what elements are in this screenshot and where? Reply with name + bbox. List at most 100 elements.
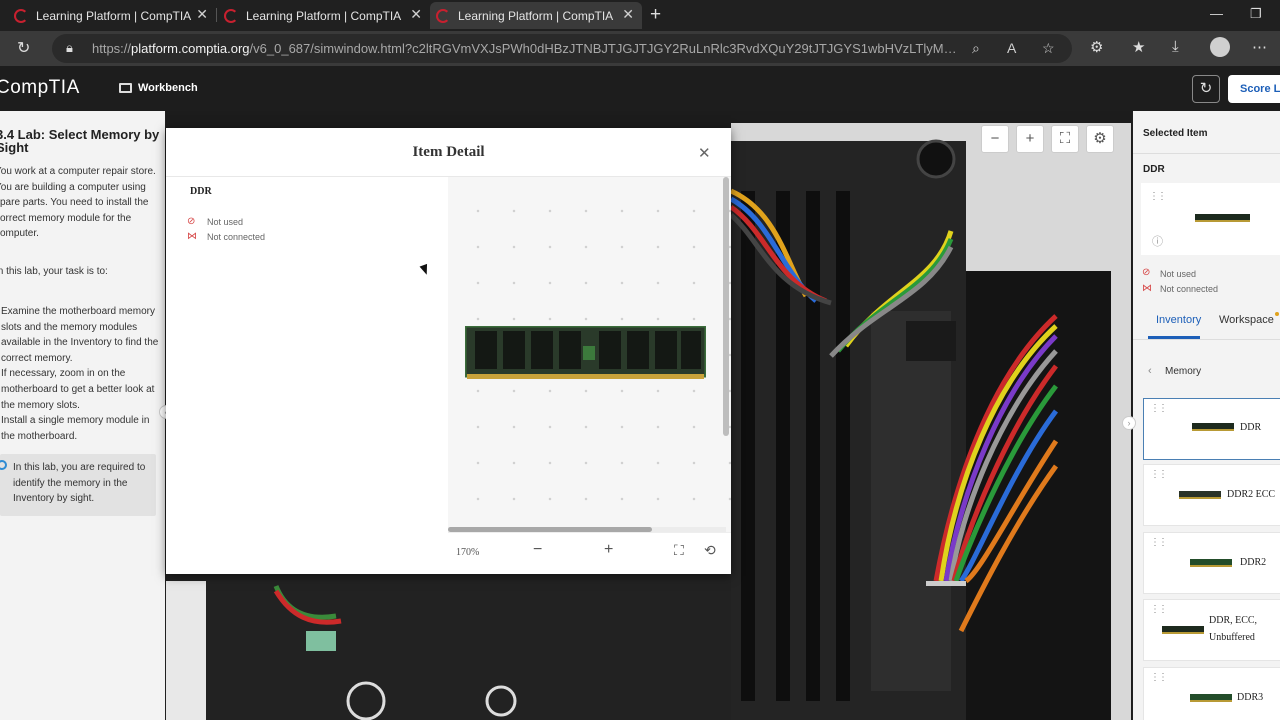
- inventory-item-ddr2-ecc[interactable]: ⋮⋮ DDR2 ECC: [1143, 464, 1280, 526]
- browser-tab-2[interactable]: Learning Platform | CompTIA ✕: [218, 2, 430, 29]
- tip-text: In this lab, you are required to identif…: [13, 462, 146, 505]
- drag-handle-icon[interactable]: ⋮⋮: [1150, 672, 1168, 683]
- tab-close-icon[interactable]: ✕: [622, 6, 634, 23]
- zoom-out-button[interactable]: −: [981, 125, 1009, 153]
- browser-tab-bar: Learning Platform | CompTIA ✕ Learning P…: [0, 0, 1280, 31]
- drag-handle-icon[interactable]: ⋮⋮: [1149, 191, 1167, 202]
- extensions-icon[interactable]: ⚙: [1090, 38, 1103, 56]
- address-bar[interactable]: 🔒︎ https://platform.comptia.org/v6_0_687…: [52, 34, 1072, 63]
- info-icon[interactable]: ⓘ: [1152, 233, 1163, 249]
- divider: [1133, 153, 1280, 154]
- inventory-item-ddr3[interactable]: ⋮⋮ DDR3: [1143, 667, 1280, 720]
- fullscreen-button[interactable]: ⛶: [1051, 125, 1079, 153]
- viewer-fit-icon[interactable]: ⛶: [674, 542, 684, 559]
- browser-tab-3-active[interactable]: Learning Platform | CompTIA ✕: [430, 2, 642, 29]
- inventory-category[interactable]: Memory: [1165, 366, 1201, 377]
- viewer-rotate-icon[interactable]: ⟲: [704, 542, 716, 559]
- not-connected-icon: ⋈: [187, 231, 197, 242]
- score-lab-button[interactable]: Score Lab: [1228, 75, 1280, 103]
- drag-handle-icon[interactable]: ⋮⋮: [1150, 604, 1168, 615]
- workbench-tab[interactable]: Workbench: [138, 82, 198, 94]
- maximize-icon[interactable]: ❐: [1250, 6, 1262, 22]
- memory-module-icon: [1195, 214, 1250, 222]
- tab-title: Learning Platform | CompTIA: [36, 8, 192, 23]
- drag-handle-icon[interactable]: ⋮⋮: [1150, 469, 1168, 480]
- lock-icon[interactable]: 🔒︎: [66, 40, 73, 56]
- tab-title: Learning Platform | CompTIA: [246, 8, 402, 23]
- item-name: DDR: [190, 186, 212, 197]
- reload-icon[interactable]: ↻: [17, 38, 30, 58]
- item-detail-modal: Item Detail ✕ DDR ⊘ Not used ⋈ Not conne…: [166, 128, 731, 574]
- not-connected-icon: ⋈: [1142, 283, 1152, 294]
- zoom-in-button[interactable]: +: [1016, 125, 1044, 153]
- tab-workspace[interactable]: Workspace: [1219, 314, 1274, 326]
- inventory-item-ddr-ecc-unbuffered[interactable]: ⋮⋮ DDR, ECC, Unbuffered: [1143, 599, 1280, 661]
- status-not-used: Not used: [1160, 269, 1197, 279]
- selected-item-card[interactable]: ⋮⋮ ⓘ: [1141, 183, 1280, 255]
- inventory-item-label: DDR2: [1240, 557, 1267, 568]
- back-chevron-icon[interactable]: ‹: [1148, 365, 1152, 377]
- memory-module-icon: [1179, 491, 1221, 499]
- tip-box: In this lab, you are required to identif…: [0, 454, 156, 516]
- vertical-scrollbar[interactable]: [723, 177, 729, 436]
- favorites-icon[interactable]: ★: [1132, 38, 1145, 56]
- drag-handle-icon[interactable]: ⋮⋮: [1150, 403, 1168, 414]
- comptia-favicon-icon: [14, 8, 28, 23]
- workbench-icon: [119, 83, 132, 93]
- status-not-connected: Not connected: [207, 232, 266, 242]
- status-not-connected: Not connected: [1160, 284, 1219, 294]
- tab-inventory[interactable]: Inventory: [1156, 314, 1201, 326]
- comptia-favicon-icon: [436, 8, 450, 23]
- collapse-right-panel-icon[interactable]: ›: [1122, 416, 1136, 430]
- inventory-item-ddr2[interactable]: ⋮⋮ DDR2: [1143, 532, 1280, 594]
- read-aloud-icon[interactable]: A: [1007, 40, 1016, 56]
- viewer-zoom-out-icon[interactable]: −: [533, 541, 542, 559]
- lab-title: 3.4 Lab: Select Memory by Sight: [0, 127, 160, 155]
- new-tab-icon[interactable]: +: [650, 4, 661, 26]
- zoom-icon[interactable]: ⌕: [972, 40, 980, 57]
- lab-instructions-panel: 3.4 Lab: Select Memory by Sight You work…: [0, 111, 165, 720]
- tab-title: Learning Platform | CompTIA: [458, 8, 614, 23]
- browser-tab-1[interactable]: Learning Platform | CompTIA ✕: [0, 2, 216, 29]
- comptia-logo[interactable]: CompTIA: [0, 77, 80, 99]
- memory-module-icon: [1162, 626, 1204, 634]
- url-text[interactable]: https://platform.comptia.org/v6_0_687/si…: [92, 41, 962, 56]
- notification-dot: [1275, 312, 1279, 316]
- lightbulb-icon: [0, 460, 7, 470]
- task-step: Install a single memory module in the mo…: [1, 415, 150, 442]
- task-step: Examine the motherboard memory slots and…: [1, 306, 159, 364]
- status-not-used: Not used: [207, 217, 244, 227]
- inventory-item-label: DDR: [1240, 422, 1262, 433]
- divider: [1133, 339, 1280, 340]
- tab-close-icon[interactable]: ✕: [196, 6, 208, 23]
- minimize-icon[interactable]: —: [1210, 6, 1223, 21]
- close-icon[interactable]: ✕: [698, 144, 711, 162]
- tab-separator: [216, 8, 217, 22]
- ddr-memory-module-image: [465, 326, 706, 379]
- favorite-star-icon[interactable]: ☆: [1042, 40, 1055, 57]
- viewer-zoom-controls: 170% − + ⛶ ⟲: [448, 532, 731, 574]
- browser-toolbar: ↻ 🔒︎ https://platform.comptia.org/v6_0_6…: [0, 31, 1280, 66]
- reset-lab-button[interactable]: ↻: [1192, 75, 1220, 103]
- viewer-zoom-in-icon[interactable]: +: [604, 541, 613, 559]
- downloads-icon[interactable]: ⤓: [1172, 38, 1179, 55]
- app-header: CompTIA Workbench ↻ Score Lab: [0, 66, 1280, 111]
- memory-module-icon: [1190, 559, 1232, 567]
- not-used-icon: ⊘: [1142, 267, 1151, 278]
- task-steps: Examine the motherboard memory slots and…: [1, 304, 161, 444]
- profile-avatar[interactable]: [1210, 37, 1230, 57]
- lab-intro: You work at a computer repair store. You…: [0, 166, 156, 240]
- more-menu-icon[interactable]: ⋯: [1252, 38, 1267, 56]
- settings-gear-icon[interactable]: ⚙: [1086, 125, 1114, 153]
- memory-module-icon: [1192, 423, 1234, 431]
- selected-item-name: DDR: [1143, 164, 1165, 175]
- inventory-item-label: DDR2 ECC: [1227, 489, 1276, 500]
- zoom-level: 170%: [456, 547, 480, 558]
- drag-handle-icon[interactable]: ⋮⋮: [1150, 537, 1168, 548]
- tab-close-icon[interactable]: ✕: [410, 6, 422, 23]
- selected-item-panel: Selected Item DDR ⋮⋮ ⓘ ⊘ Not used ⋈ Not …: [1133, 111, 1280, 720]
- item-viewer[interactable]: 170% − + ⛶ ⟲: [448, 177, 731, 574]
- inventory-item-label: DDR3: [1237, 692, 1264, 703]
- modal-title: Item Detail: [412, 144, 485, 160]
- inventory-item-ddr[interactable]: ⋮⋮ DDR: [1143, 398, 1280, 460]
